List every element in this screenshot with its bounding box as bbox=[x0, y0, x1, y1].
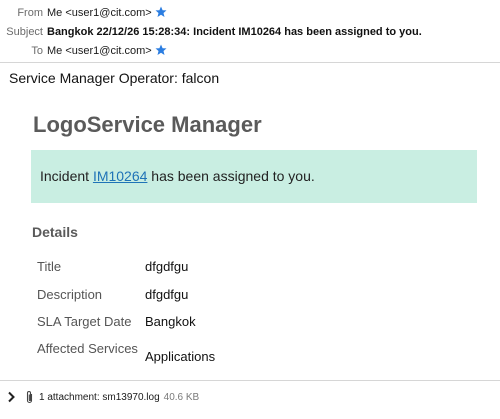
incident-link[interactable]: IM10264 bbox=[93, 168, 147, 184]
subject-label: Subject bbox=[6, 26, 43, 38]
header-divider bbox=[0, 62, 500, 63]
from-value[interactable]: Me <user1@cit.com> bbox=[47, 4, 167, 22]
attachment-summary[interactable]: 1 attachment: sm13970.log 40.6 KB bbox=[39, 391, 199, 404]
paperclip-icon bbox=[26, 391, 33, 404]
banner-suffix: has been assigned to you. bbox=[147, 168, 315, 184]
to-value[interactable]: Me <user1@cit.com> bbox=[47, 42, 167, 60]
to-address[interactable]: Me <user1@cit.com> bbox=[47, 45, 152, 57]
details-label: SLA Target Date bbox=[37, 314, 132, 329]
attachment-bar[interactable]: 1 attachment: sm13970.log 40.6 KB bbox=[0, 381, 500, 419]
details-heading: Details bbox=[32, 224, 78, 240]
details-label: Affected Services bbox=[37, 341, 138, 356]
details-value: Applications bbox=[145, 349, 216, 364]
from-address[interactable]: Me <user1@cit.com> bbox=[47, 7, 152, 19]
star-icon[interactable] bbox=[155, 44, 167, 56]
details-label: Description bbox=[37, 287, 103, 302]
operator-line: Service Manager Operator: falcon bbox=[9, 70, 220, 86]
notification-banner: Incident IM10264 has been assigned to yo… bbox=[31, 150, 477, 203]
details-value: dfgdfgu bbox=[145, 259, 189, 274]
chevron-right-icon[interactable] bbox=[6, 391, 16, 403]
star-icon[interactable] bbox=[155, 6, 167, 18]
attachment-name[interactable]: 1 attachment: sm13970.log bbox=[39, 392, 160, 403]
brand-title: LogoService Manager bbox=[33, 112, 262, 137]
from-label: From bbox=[17, 7, 43, 19]
message-header: From Me <user1@cit.com> Subject Bangkok … bbox=[0, 0, 500, 61]
banner-prefix: Incident bbox=[40, 168, 93, 184]
details-value: dfgdfgu bbox=[145, 287, 189, 302]
details-label: Title bbox=[37, 259, 62, 274]
to-label: To bbox=[31, 45, 43, 57]
subject-value: Bangkok 22/12/26 15:28:34: Incident IM10… bbox=[47, 26, 422, 38]
attachment-size: 40.6 KB bbox=[163, 392, 200, 403]
banner-text: Incident IM10264 has been assigned to yo… bbox=[40, 166, 315, 186]
details-value: Bangkok bbox=[145, 314, 196, 329]
